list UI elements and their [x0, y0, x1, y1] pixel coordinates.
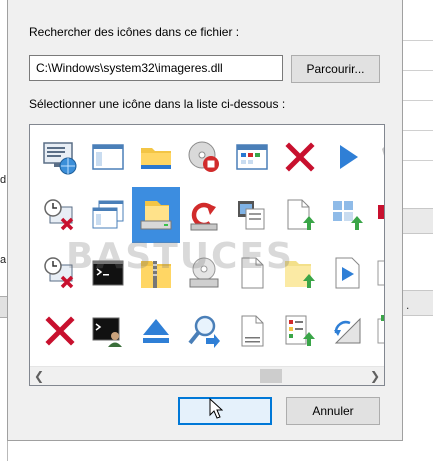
red-x-icon — [45, 316, 75, 346]
change-icon-dialog: Rechercher des icônes dans ce fichier : … — [7, 0, 403, 441]
icon-cell-partial[interactable] — [372, 245, 384, 301]
icon-cell[interactable] — [36, 129, 84, 185]
folder-upload-icon — [285, 261, 315, 288]
cd-drive-icon — [189, 257, 219, 288]
icon-cell[interactable] — [84, 245, 132, 301]
film-window-icon — [238, 201, 265, 230]
icon-cell[interactable] — [228, 187, 276, 243]
search-file-label: Rechercher des icônes dans ce fichier : — [29, 25, 240, 39]
icon-cell[interactable] — [324, 245, 372, 301]
icon-cell[interactable] — [36, 187, 84, 243]
triangle-ruler-icon — [334, 317, 361, 344]
background-text-fragment: . — [406, 298, 410, 312]
scroll-left-icon[interactable]: ❮ — [30, 367, 48, 385]
blank-document-icon — [241, 257, 264, 289]
icon-cell[interactable] — [84, 187, 132, 243]
zip-folder-icon — [141, 261, 171, 288]
icon-cell[interactable] — [132, 303, 180, 359]
cancel-button[interactable]: Annuler — [286, 397, 380, 425]
partial-icon — [377, 260, 384, 286]
scrollbar-thumb[interactable] — [260, 369, 282, 383]
icon-cell[interactable] — [276, 303, 324, 359]
scroll-right-icon[interactable]: ❯ — [366, 367, 384, 385]
command-prompt-icon — [92, 260, 124, 286]
icon-cell[interactable] — [132, 245, 180, 301]
icon-cell[interactable] — [276, 187, 324, 243]
icon-grid — [36, 129, 384, 365]
background-window-right: . — [403, 0, 433, 461]
icon-cell[interactable] — [276, 245, 324, 301]
partial-icon — [378, 205, 384, 219]
mouse-pointer-icon — [209, 398, 223, 419]
tiles-upload-icon — [333, 201, 363, 230]
icon-cell[interactable] — [228, 303, 276, 359]
icon-cell[interactable] — [228, 245, 276, 301]
background-text-fragment: a — [0, 254, 7, 266]
monitor-globe-icon — [43, 142, 77, 175]
magnifier-arrow-icon — [188, 315, 220, 348]
background-bar — [0, 296, 7, 318]
clock-monitor-x-icon — [44, 199, 74, 231]
red-x-icon — [285, 142, 315, 172]
horizontal-scrollbar[interactable]: ❮ ❯ — [30, 366, 384, 385]
icon-cell[interactable] — [324, 129, 372, 185]
icon-cell[interactable] — [228, 129, 276, 185]
disc-stop-icon — [188, 141, 219, 172]
partial-icon — [377, 315, 384, 344]
clock-monitor-x-icon — [44, 257, 74, 289]
partial-icon — [382, 147, 384, 156]
icon-cell-partial[interactable] — [372, 187, 384, 243]
icon-cell[interactable] — [180, 245, 228, 301]
icon-cell[interactable] — [36, 245, 84, 301]
file-path-input[interactable] — [29, 55, 283, 81]
background-field — [403, 208, 433, 234]
icon-cell[interactable] — [276, 129, 324, 185]
folder-icon — [141, 148, 171, 169]
calendar-window-icon — [236, 144, 268, 170]
icon-cell-selected[interactable] — [132, 187, 180, 243]
icon-cell[interactable] — [180, 303, 228, 359]
select-icon-label: Sélectionner une icône dans la liste ci-… — [29, 97, 286, 111]
video-document-icon — [335, 257, 360, 289]
icon-cell[interactable] — [324, 187, 372, 243]
window-stack-icon — [92, 200, 124, 229]
icon-cell-partial[interactable] — [372, 303, 384, 359]
checklist-upload-icon — [285, 315, 315, 346]
icon-cell[interactable] — [324, 303, 372, 359]
document-lines-icon — [241, 315, 264, 347]
icon-cell[interactable] — [132, 129, 180, 185]
icon-cell[interactable] — [180, 187, 228, 243]
document-upload-icon — [287, 199, 315, 230]
icon-list[interactable]: ❮ ❯ — [29, 124, 385, 386]
icon-cell[interactable] — [84, 129, 132, 185]
drive-folder-icon — [140, 201, 172, 230]
eject-icon — [143, 319, 169, 343]
restore-arrow-icon — [190, 202, 218, 231]
icon-cell[interactable] — [84, 303, 132, 359]
play-arrow-icon — [340, 145, 358, 169]
icon-cell-partial[interactable] — [372, 129, 384, 185]
icon-cell[interactable] — [36, 303, 84, 359]
browse-button[interactable]: Parcourir... — [291, 55, 380, 83]
ok-button[interactable] — [178, 397, 272, 425]
admin-command-prompt-icon — [92, 317, 122, 347]
window-icon — [92, 144, 124, 170]
background-text-fragment: d — [0, 174, 7, 186]
icon-cell[interactable] — [180, 129, 228, 185]
